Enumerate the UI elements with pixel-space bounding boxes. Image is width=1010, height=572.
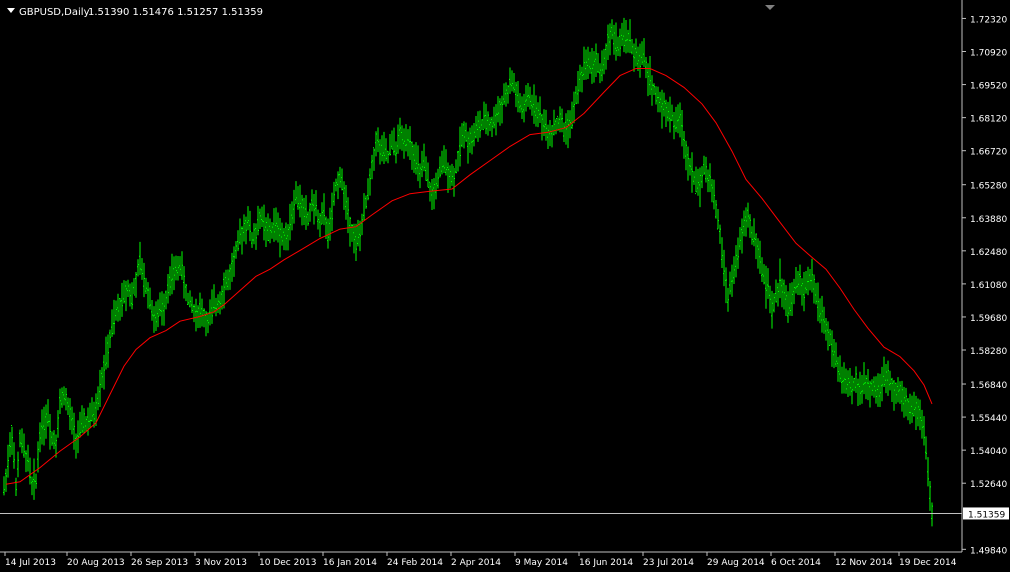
y-tick-label: 1.54040 xyxy=(970,447,1007,457)
y-tick-label: 1.56840 xyxy=(970,381,1007,391)
x-tick-label: 2 Apr 2014 xyxy=(451,558,501,568)
x-tick-label: 26 Sep 2013 xyxy=(131,558,188,568)
y-tick-label: 1.58280 xyxy=(970,347,1007,357)
current-price-label: 1.51359 xyxy=(968,510,1005,520)
y-tick-label: 1.49840 xyxy=(970,546,1007,556)
x-tick-label: 9 May 2014 xyxy=(515,558,568,568)
x-tick-label: 23 Jul 2014 xyxy=(643,558,694,568)
chart-window: 1.72320 1.70920 1.69520 1.68120 1.66720 1.652… xyxy=(0,0,1010,568)
y-tick-label: 1.72320 xyxy=(970,15,1007,25)
x-tick-label: 12 Nov 2014 xyxy=(835,558,893,568)
x-tick-label: 16 Jan 2014 xyxy=(323,558,377,568)
x-tick-label: 16 Jun 2014 xyxy=(579,558,633,568)
ohlc-values: 1.51390 1.51476 1.51257 1.51359 xyxy=(88,7,263,18)
x-tick-label: 10 Dec 2013 xyxy=(259,558,317,568)
y-tick-label: 1.52640 xyxy=(970,480,1007,490)
y-tick-label: 1.55440 xyxy=(970,414,1007,424)
price-chart[interactable]: 1.72320 1.70920 1.69520 1.68120 1.66720 1.652… xyxy=(0,0,1010,568)
x-tick-label: 19 Dec 2014 xyxy=(899,558,957,568)
x-tick-label: 14 Jul 2013 xyxy=(5,558,56,568)
x-tick-label: 3 Nov 2013 xyxy=(195,558,247,568)
y-tick-label: 1.65280 xyxy=(970,182,1007,192)
y-tick-label: 1.61080 xyxy=(970,281,1007,291)
y-tick-label: 1.59680 xyxy=(970,314,1007,324)
chart-background xyxy=(0,0,1010,568)
y-tick-label: 1.70920 xyxy=(970,49,1007,59)
x-tick-label: 24 Feb 2014 xyxy=(387,558,443,568)
x-tick-label: 6 Oct 2014 xyxy=(771,558,821,568)
y-tick-label: 1.68120 xyxy=(970,115,1007,125)
y-tick-label: 1.66720 xyxy=(970,148,1007,158)
x-tick-label: 20 Aug 2013 xyxy=(67,558,125,568)
y-tick-label: 1.62480 xyxy=(970,248,1007,258)
symbol-label: GBPUSD,Daily xyxy=(19,7,90,18)
y-tick-label: 1.63880 xyxy=(970,215,1007,225)
y-tick-label: 1.69520 xyxy=(970,82,1007,92)
x-tick-label: 29 Aug 2014 xyxy=(707,558,765,568)
